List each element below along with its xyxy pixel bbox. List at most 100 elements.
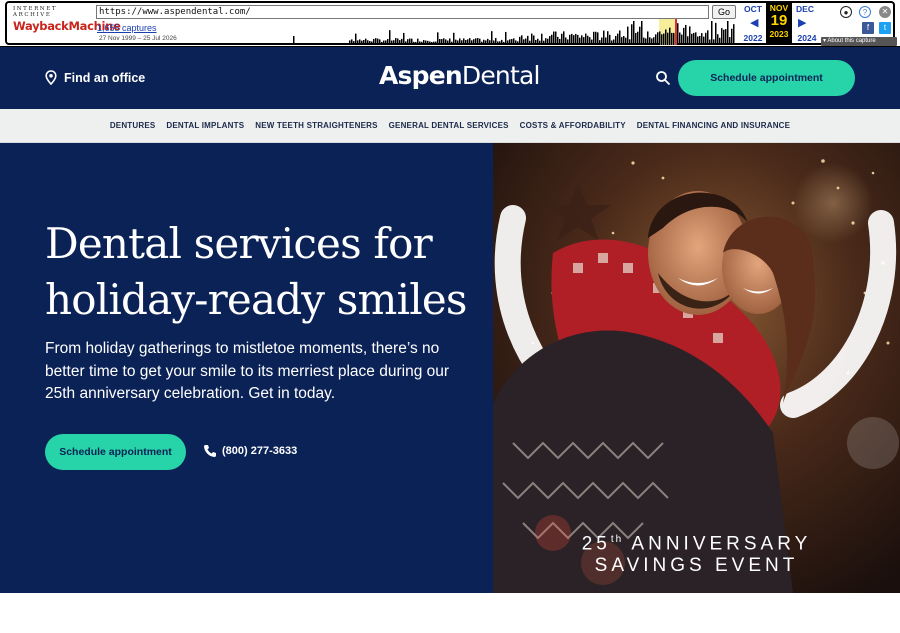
sparkline-bar (591, 39, 593, 45)
sparkline-bar (587, 35, 589, 45)
sparkline-bar (581, 35, 583, 45)
sparkline-bar (271, 44, 273, 45)
nav-item-costs[interactable]: COSTS & AFFORDABILITY (520, 121, 626, 130)
sparkline-bar (551, 34, 553, 45)
sparkline-bar (371, 41, 373, 45)
wayback-go-button[interactable]: Go (712, 5, 736, 19)
sparkline-bar (697, 36, 699, 45)
twitter-icon[interactable]: t (879, 22, 891, 34)
aspen-dental-logo[interactable]: AspenDental (379, 61, 540, 90)
sparkline-bar (381, 41, 383, 45)
sparkline-bar (379, 39, 381, 45)
nav-item-financing[interactable]: DENTAL FINANCING AND INSURANCE (637, 121, 790, 130)
sparkline-bar (433, 41, 435, 45)
sparkline-bar (535, 39, 537, 45)
sparkline-bar (287, 44, 289, 45)
sparkline-bar (605, 37, 607, 45)
wayback-logo[interactable]: INTERNET ARCHIVE WaybackMachine (13, 6, 121, 42)
wayback-captures-link[interactable]: 1,655 captures (97, 23, 157, 33)
wayback-url-input[interactable]: https://www.aspendental.com/ (96, 5, 709, 19)
sparkline-bar (355, 33, 357, 45)
sparkline-bar (259, 44, 261, 45)
find-office-label: Find an office (64, 70, 146, 85)
anniversary-number: 25 (581, 533, 611, 555)
wayback-about-capture[interactable]: ▾ About this capture (821, 37, 897, 46)
hero-schedule-button[interactable]: Schedule appointment (45, 434, 186, 470)
sparkline-bar (329, 44, 331, 45)
sparkline-bar (639, 26, 641, 45)
phone-icon (204, 445, 216, 457)
sparkline-bar (427, 40, 429, 45)
wayback-sparkline[interactable] (251, 19, 735, 45)
wayback-prev-year[interactable]: 2022 (740, 33, 766, 43)
sparkline-bar (283, 44, 285, 45)
wayback-next-arrow-icon[interactable]: ▶ (798, 16, 806, 29)
sparkline-bar (319, 44, 321, 45)
anniversary-word: ANNIVERSARY (631, 533, 812, 555)
header-schedule-button[interactable]: Schedule appointment (678, 60, 855, 96)
help-icon[interactable]: ? (859, 6, 871, 18)
wayback-current-day: 19 (770, 12, 788, 29)
sparkline-bar (533, 35, 535, 45)
sparkline-bar (431, 41, 433, 45)
sparkline-bar (679, 32, 681, 45)
sparkline-bar (609, 34, 611, 45)
wayback-next-month[interactable]: DEC (792, 4, 818, 14)
nav-item-teeth-straighteners[interactable]: NEW TEETH STRAIGHTENERS (255, 121, 377, 130)
find-office-link[interactable]: Find an office (45, 70, 145, 85)
sparkline-bar (537, 38, 539, 45)
sparkline-bar (651, 38, 653, 45)
wayback-next-year[interactable]: 2024 (794, 33, 820, 43)
sparkline-bar (503, 41, 505, 45)
sparkline-bar (687, 36, 689, 45)
sparkline-bar (267, 44, 269, 45)
sparkline-bar (429, 41, 431, 45)
sparkline-bar (417, 38, 419, 45)
sparkline-bar (413, 41, 415, 45)
search-icon[interactable] (655, 70, 671, 86)
sparkline-bar (631, 24, 633, 45)
sparkline-bar (251, 44, 253, 45)
sparkline-bar (391, 40, 393, 45)
sparkline-bar (343, 44, 345, 45)
nav-item-dentures[interactable]: DENTURES (110, 121, 156, 130)
sparkline-bar (729, 37, 731, 45)
sparkline-bar (619, 30, 621, 45)
sparkline-bar (515, 40, 517, 45)
sparkline-bar (693, 32, 695, 45)
nav-item-dental-implants[interactable]: DENTAL IMPLANTS (166, 121, 244, 130)
sparkline-bar (461, 40, 463, 45)
sparkline-bar (627, 26, 629, 45)
sparkline-bar (415, 41, 417, 45)
sparkline-bar (549, 36, 551, 45)
sparkline-bar (571, 33, 573, 45)
sparkline-bar (421, 41, 423, 45)
sparkline-bar (625, 37, 627, 45)
sparkline-bar (695, 32, 697, 45)
sparkline-bar (543, 40, 545, 45)
sparkline-bar (725, 29, 727, 45)
wayback-about-label: About this capture (827, 38, 876, 44)
sparkline-bar (719, 37, 721, 45)
logo-aspen: Aspen (379, 61, 463, 90)
sparkline-bar (663, 33, 665, 45)
close-icon[interactable]: ✕ (879, 6, 891, 18)
sparkline-bar (589, 37, 591, 45)
facebook-icon[interactable]: f (862, 22, 874, 34)
sparkline-bar (709, 39, 711, 45)
sparkline-bar (447, 40, 449, 45)
sparkline-bar (683, 27, 685, 45)
anniversary-caption: 25th ANNIVERSARY SAVINGS EVENT (493, 529, 900, 577)
sparkline-bar (597, 32, 599, 45)
wayback-prev-arrow-icon[interactable]: ◀ (750, 16, 758, 29)
sparkline-bar (555, 31, 557, 45)
wayback-prev-month[interactable]: OCT (740, 4, 766, 14)
sparkline-bar (677, 23, 679, 45)
phone-link[interactable]: (800) 277-3633 (203, 444, 297, 458)
nav-item-general-services[interactable]: GENERAL DENTAL SERVICES (389, 121, 509, 130)
user-icon[interactable]: ● (840, 6, 852, 18)
sparkline-bar (521, 35, 523, 45)
sparkline-bar (507, 40, 509, 45)
sparkline-bar (369, 41, 371, 45)
sparkline-bar (665, 29, 667, 45)
